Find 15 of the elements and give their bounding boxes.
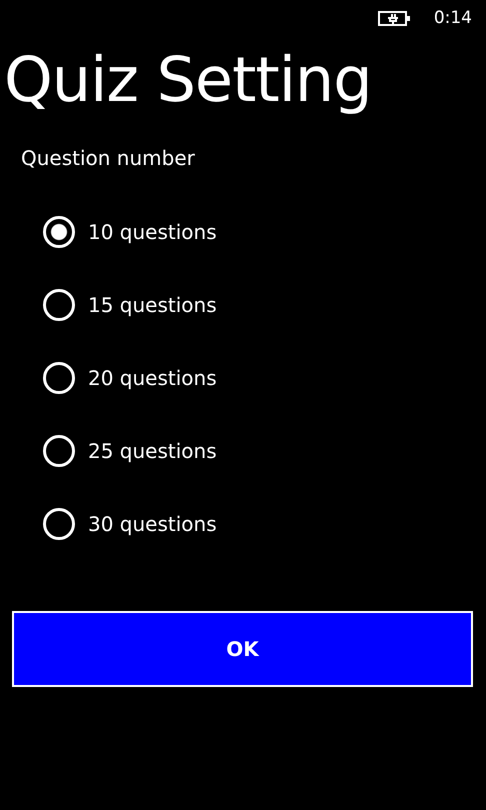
option-label[interactable]: 10 questions bbox=[88, 220, 217, 244]
ok-button[interactable]: OK bbox=[12, 611, 473, 687]
radio-button[interactable] bbox=[43, 435, 75, 467]
clock-time: 0:14 bbox=[434, 8, 472, 28]
battery-charging-icon bbox=[378, 8, 412, 28]
option-label[interactable]: 15 questions bbox=[88, 293, 217, 317]
option-label[interactable]: 25 questions bbox=[88, 439, 217, 463]
radio-button[interactable] bbox=[43, 289, 75, 321]
group-label: Question number bbox=[21, 146, 196, 170]
page-title: Quiz Setting bbox=[4, 42, 373, 118]
option-label[interactable]: 30 questions bbox=[88, 512, 217, 536]
radio-button[interactable] bbox=[43, 508, 75, 540]
radio-button[interactable] bbox=[43, 362, 75, 394]
option-label[interactable]: 20 questions bbox=[88, 366, 217, 390]
radio-button[interactable] bbox=[43, 216, 75, 248]
